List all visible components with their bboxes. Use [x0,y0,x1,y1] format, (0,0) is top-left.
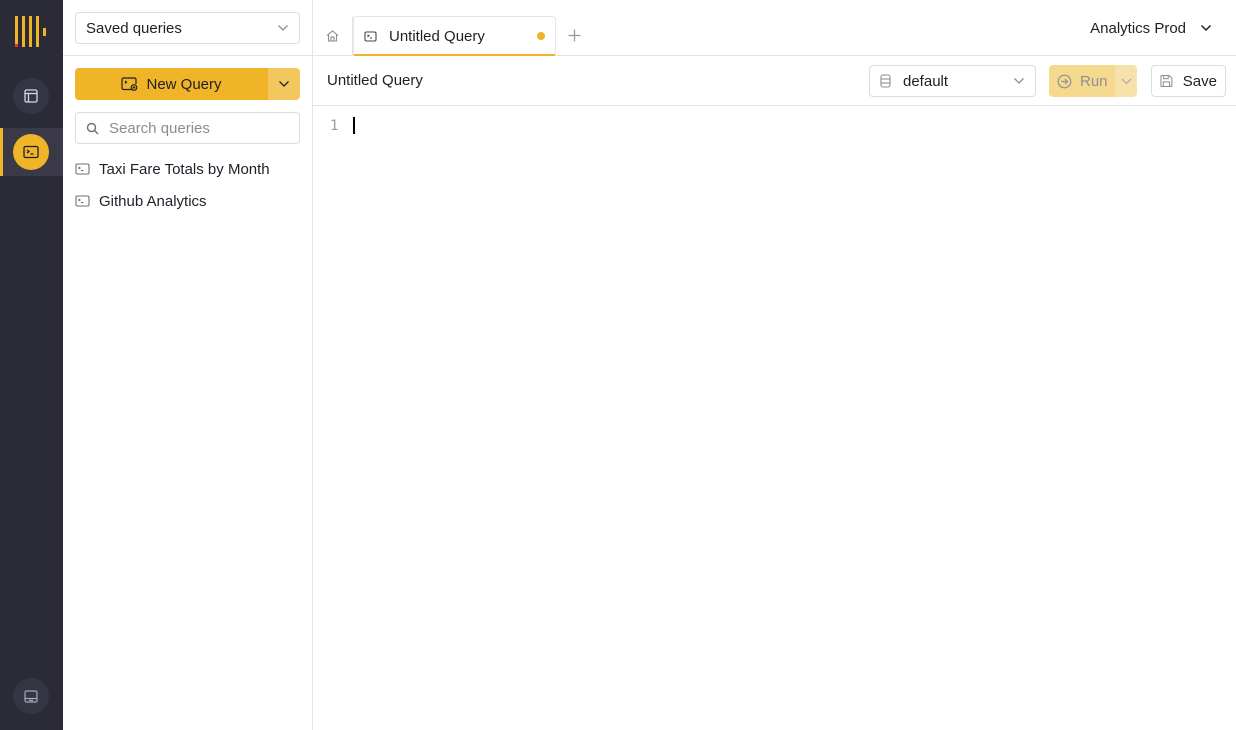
queries-sidebar: Saved queries New Query Taxi Fare Totals… [63,0,313,730]
search-icon [86,122,99,134]
tab-untitled-query[interactable]: Untitled Query [353,16,556,56]
run-dropdown-button[interactable] [1115,65,1137,97]
rail-item-queries[interactable] [13,134,49,170]
query-list-item[interactable]: Github Analytics [75,185,305,217]
rail-item-panel[interactable] [13,678,49,714]
run-split-button: Run [1049,65,1137,97]
terminal-icon [23,145,39,159]
terminal-icon [75,195,90,207]
service-name: Analytics Prod [1090,19,1186,37]
run-button[interactable]: Run [1049,65,1115,97]
run-label: Run [1080,72,1108,90]
view-select[interactable]: Saved queries [75,12,300,44]
query-list-item-label: Github Analytics [99,192,207,210]
tab-label: Untitled Query [389,27,485,45]
new-query-split-button: New Query [75,68,300,100]
sql-editor[interactable]: 1 [313,107,1236,730]
query-list-item-label: Taxi Fare Totals by Month [99,160,270,178]
chevron-down-icon [1014,78,1024,84]
main-area: Untitled Query Analytics Prod Untitled Q… [313,0,1236,730]
save-icon [1160,75,1173,87]
save-label: Save [1182,72,1217,90]
search-queries [75,112,300,144]
view-select-value: Saved queries [86,19,182,37]
tab-home[interactable] [313,16,353,55]
new-query-button[interactable]: New Query [75,68,268,100]
new-query-label: New Query [146,75,222,93]
add-tab-button[interactable] [563,22,585,48]
chevron-down-icon [1200,24,1212,32]
line-number: 1 [330,118,339,134]
home-icon [326,29,339,42]
database-select[interactable]: default [869,65,1036,97]
query-list-item[interactable]: Taxi Fare Totals by Month [75,153,305,185]
new-query-dropdown-button[interactable] [268,68,300,100]
query-toolbar: Untitled Query default Run Save [313,56,1236,106]
layout-icon [24,89,38,103]
sidebar-divider [63,55,312,56]
clickhouse-logo-icon[interactable] [15,16,47,48]
query-title[interactable]: Untitled Query [327,72,423,89]
terminal-icon [364,30,377,42]
plus-icon [568,29,580,41]
search-input[interactable] [109,119,279,137]
new-query-icon [121,77,138,91]
saved-queries-list: Taxi Fare Totals by Month Github Analyti… [75,153,305,217]
save-button[interactable]: Save [1151,65,1226,97]
terminal-icon [75,163,90,175]
chevron-down-icon [1121,78,1131,84]
chevron-down-icon [279,81,289,87]
database-value: default [903,72,949,90]
database-icon [880,74,891,88]
chevron-down-icon [278,25,288,31]
panel-icon [24,689,38,703]
rail-item-tables[interactable] [13,78,49,114]
run-arrow-icon [1057,74,1072,88]
unsaved-indicator [537,32,545,40]
app: Saved queries New Query Taxi Fare Totals… [0,0,1236,730]
rail-active-indicator [0,128,3,176]
text-cursor [353,117,355,134]
left-rail [0,0,63,730]
tab-bar: Untitled Query Analytics Prod [313,0,1236,56]
service-selector[interactable]: Analytics Prod [1090,18,1212,38]
